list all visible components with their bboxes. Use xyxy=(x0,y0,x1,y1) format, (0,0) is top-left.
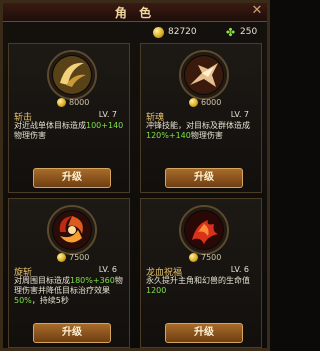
skill-level: LV. 6 xyxy=(230,265,249,274)
clover-gem-icon: ✤ xyxy=(225,25,236,39)
desc-text: 物理伤害 xyxy=(14,131,46,140)
gold-coin-icon xyxy=(189,98,198,107)
skill-card-slash: 8000 斩击 LV. 7 对近战单体目标造成100+140物理伤害 升级 xyxy=(8,43,130,193)
skill-level: LV. 7 xyxy=(98,110,117,119)
gold-coin-icon xyxy=(57,98,66,107)
skill-description: 对近战单体目标造成100+140 物理伤害 xyxy=(14,121,128,141)
character-window: 角 色 ✕ 82720 ✤ 250 8000 斩击 LV. 7 对近战单体目标造… xyxy=(0,0,270,351)
upgrade-button[interactable]: 升级 xyxy=(165,168,243,188)
skill-description: 永久提升主角和幻兽的生命值1200 xyxy=(146,276,260,296)
desc-text: 对近战单体目标造成 xyxy=(14,121,86,130)
gold-coin-icon xyxy=(153,26,164,38)
cost-value: 6000 xyxy=(201,98,222,107)
whirlwind-icon[interactable] xyxy=(47,205,97,255)
skill-level: LV. 6 xyxy=(98,265,117,274)
desc-value: 120%+140 xyxy=(146,131,191,140)
desc-text: 物理伤害 xyxy=(190,131,223,140)
skill-cost: 8000 xyxy=(57,98,89,107)
desc-text: 永久提升主角和幻兽的生命值 xyxy=(146,276,250,285)
desc-text: ，持续5秒 xyxy=(31,296,69,305)
skill-cost: 7500 xyxy=(57,253,89,262)
upgrade-button[interactable]: 升级 xyxy=(33,323,111,343)
desc-text: 对周围目标造成 xyxy=(14,276,70,285)
desc-text: 冲锋技能，对目标及群体造成 xyxy=(146,121,250,130)
skill-description: 冲锋技能，对目标及群体造成120%+140物理伤害 xyxy=(146,121,260,141)
skill-cost: 6000 xyxy=(189,98,221,107)
gem-counter: ✤ 250 xyxy=(225,25,257,39)
desc-value: 50% xyxy=(14,296,32,305)
cost-value: 7500 xyxy=(69,253,90,262)
gold-coin-icon xyxy=(189,253,198,262)
cost-value: 7500 xyxy=(201,253,222,262)
crescent-slash-icon[interactable] xyxy=(47,50,97,100)
gold-amount: 82720 xyxy=(168,27,197,37)
skill-card-whirl: 7500 旋斩 LV. 6 对周围目标造成180%+360物理伤害并降低目标治疗… xyxy=(8,198,130,348)
skill-card-soul: 6000 斩魂 LV. 7 冲锋技能，对目标及群体造成120%+140物理伤害 … xyxy=(140,43,262,193)
close-icon[interactable]: ✕ xyxy=(249,4,265,18)
desc-value: 1200 xyxy=(146,286,167,295)
upgrade-button[interactable]: 升级 xyxy=(165,323,243,343)
skill-cost: 7500 xyxy=(189,253,221,262)
gold-counter: 82720 xyxy=(153,25,197,39)
skill-card-dragon: 7500 龙血祝福 LV. 6 永久提升主角和幻兽的生命值1200 升级 xyxy=(140,198,262,348)
desc-value: 100+140 xyxy=(86,121,124,130)
upgrade-button[interactable]: 升级 xyxy=(33,168,111,188)
window-title: 角 色 xyxy=(114,6,156,20)
dragon-blood-icon[interactable] xyxy=(179,205,229,255)
gem-amount: 250 xyxy=(240,27,258,37)
charging-warrior-icon[interactable] xyxy=(179,50,229,100)
desc-value: 180%+360 xyxy=(70,276,115,285)
skill-description: 对周围目标造成180%+360物理伤害并降低目标治疗效果50%，持续5秒 xyxy=(14,276,128,306)
title-bar: 角 色 ✕ xyxy=(3,3,267,22)
skill-level: LV. 7 xyxy=(230,110,249,119)
cost-value: 8000 xyxy=(69,98,90,107)
gold-coin-icon xyxy=(57,253,66,262)
